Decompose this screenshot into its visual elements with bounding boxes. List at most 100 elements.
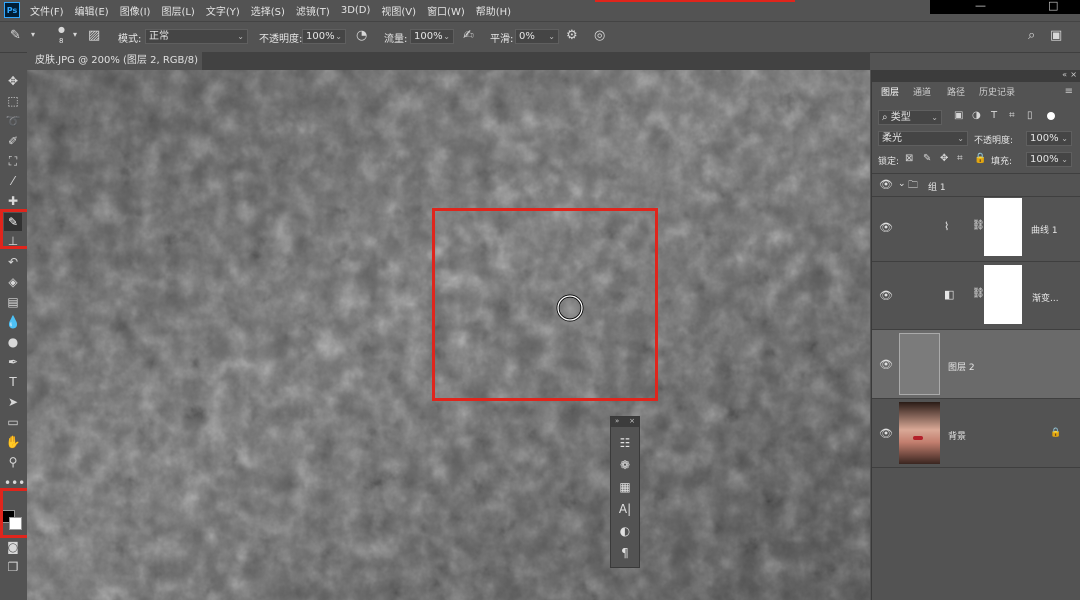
opacity-input[interactable]: 100% ⌄ [302,29,346,44]
tab-layers[interactable]: 图层 [876,84,905,102]
layer-row-group[interactable]: 👁 ⌄ 🗀 组 1 [872,173,1080,197]
panel-dock-header[interactable]: » × [611,417,639,427]
menu-layer[interactable]: 图层(L) [161,3,194,18]
move-tool-icon[interactable]: ✥ [4,72,22,90]
filter-adjustment-icon[interactable]: ◑ [972,110,981,121]
tab-channels[interactable]: 通道 [908,84,936,102]
layer-row-background[interactable]: 👁 背景 🔒 [872,399,1080,468]
smoothing-input[interactable]: 0% ⌄ [515,29,559,44]
folder-icon: 🗀 [908,180,918,191]
brush-tool-icon[interactable]: ✎ [10,28,21,43]
brush-panel-icon[interactable]: ▨ [88,28,100,43]
layer-row-layer2-selected[interactable]: 👁 图层 2 [872,330,1080,399]
eyedropper-tool-icon[interactable]: ⁄ [4,172,22,190]
portrait-thumbnail [899,402,940,464]
tab-paths[interactable]: 路径 [942,84,970,102]
pressure-size-icon[interactable]: ◎ [594,28,605,43]
collapse-icon[interactable]: » [615,417,619,425]
quick-mask-icon[interactable]: ◙ [4,538,22,556]
filter-type-icon[interactable]: T [991,110,997,121]
minimize-button[interactable]: — [975,0,986,12]
pressure-opacity-icon[interactable]: ◔ [356,28,367,43]
menu-select[interactable]: 选择(S) [251,3,285,18]
lock-transparent-icon[interactable]: ⊠ [905,153,913,164]
brush-tip-icon[interactable]: ● [58,25,65,34]
fill-label: 填充: [991,157,1013,167]
collapse-icon[interactable]: « [1062,70,1067,79]
filter-smart-object-icon[interactable]: ▯ [1027,110,1033,121]
filter-toggle-icon[interactable] [1047,112,1055,120]
lock-position-icon[interactable]: ✥ [940,153,948,164]
tab-history[interactable]: 历史记录 [974,84,1020,102]
layer-opacity-input[interactable]: 100% ⌄ [1026,131,1072,146]
close-icon[interactable]: × [1070,70,1077,79]
filter-shape-icon[interactable]: ⌗ [1009,110,1015,121]
adjustments-icon[interactable]: ❁ [617,457,633,473]
flow-input[interactable]: 100% ⌄ [410,29,454,44]
layer-row-curves[interactable]: 👁 ⌇ ⛓ 曲线 1 [872,196,1080,262]
dodge-tool-icon[interactable]: ● [4,333,22,351]
hand-tool-icon[interactable]: ✋ [4,433,22,451]
chevron-down-icon[interactable]: ▾ [73,30,77,39]
menu-3d[interactable]: 3D(D) [341,5,371,16]
eye-icon[interactable]: 👁 [879,221,893,234]
window-controls: — □ [930,0,1080,14]
gradient-tool-icon[interactable]: ▤ [4,293,22,311]
character-icon[interactable]: A| [617,501,633,517]
menu-filter[interactable]: 滤镜(T) [296,3,330,18]
screen-mode-icon[interactable]: ❐ [4,558,22,576]
menu-file[interactable]: 文件(F) [30,3,64,18]
paragraph-icon[interactable]: ¶ [617,545,633,561]
menu-window[interactable]: 窗口(W) [427,3,465,18]
healing-brush-tool-icon[interactable]: ✚ [4,192,22,210]
layer-opacity-label: 不透明度: [974,136,1014,146]
styles-icon[interactable]: ◐ [617,523,633,539]
maximize-button[interactable]: □ [1048,0,1058,12]
gear-icon[interactable]: ⚙ [566,28,578,43]
path-selection-tool-icon[interactable]: ➤ [4,393,22,411]
lock-icon: 🔒 [1050,428,1062,438]
eye-icon[interactable]: 👁 [879,427,893,440]
marquee-tool-icon[interactable]: ⬚ [4,92,22,110]
swatches-icon[interactable]: ▦ [617,479,633,495]
quick-select-tool-icon[interactable]: ✐ [4,132,22,150]
eye-icon[interactable]: 👁 [879,358,893,371]
search-icon[interactable]: ⌕ [1028,28,1035,43]
pen-tool-icon[interactable]: ✒ [4,353,22,371]
menu-type[interactable]: 文字(Y) [206,3,240,18]
filter-kind-select[interactable]: ⌕ 类型 ⌄ [878,110,942,125]
rectangle-tool-icon[interactable]: ▭ [4,413,22,431]
zoom-tool-icon[interactable]: ⚲ [4,453,22,471]
lock-artboard-icon[interactable]: ⌗ [957,153,963,164]
close-icon[interactable]: × [629,417,635,425]
fill-input[interactable]: 100% ⌄ [1026,152,1072,167]
filter-pixel-icon[interactable]: ▣ [954,110,963,121]
photoshop-logo: Ps [4,2,20,18]
chevron-down-icon: ⌄ [548,32,555,41]
layer-row-gradient[interactable]: 👁 ◧ ⛓ 渐变... [872,262,1080,330]
blur-tool-icon[interactable]: 💧 [4,313,22,331]
mode-label: 模式: [118,34,142,45]
airbrush-icon[interactable]: ✍ [463,28,474,43]
lasso-tool-icon[interactable]: ➰ [4,112,22,130]
blend-mode-select[interactable]: 柔光 ⌄ [878,131,968,146]
properties-icon[interactable]: ☷ [617,435,633,451]
crop-tool-icon[interactable]: ⛶ [4,152,22,170]
mode-select[interactable]: 正常 ⌄ [145,29,248,44]
panel-menu-icon[interactable]: ≡ [1065,86,1073,97]
history-brush-tool-icon[interactable]: ↶ [4,253,22,271]
lock-all-icon[interactable]: 🔒 [974,153,986,164]
lock-image-icon[interactable]: ✎ [923,153,931,164]
menu-edit[interactable]: 编辑(E) [75,3,109,18]
menu-image[interactable]: 图像(I) [120,3,151,18]
eraser-tool-icon[interactable]: ◈ [4,273,22,291]
document-tab[interactable]: 皮肤.JPG @ 200% (图层 2, RGB/8) * × [27,52,202,84]
chevron-down-icon[interactable]: ▾ [31,30,35,39]
eye-icon[interactable]: 👁 [879,289,893,302]
menu-view[interactable]: 视图(V) [381,3,416,18]
eye-icon[interactable]: 👁 [879,178,893,191]
workspace-icon[interactable]: ▣ [1050,28,1062,43]
type-tool-icon[interactable]: T [4,373,22,391]
menu-help[interactable]: 帮助(H) [476,3,511,18]
expand-chevron-icon[interactable]: ⌄ [898,179,906,189]
